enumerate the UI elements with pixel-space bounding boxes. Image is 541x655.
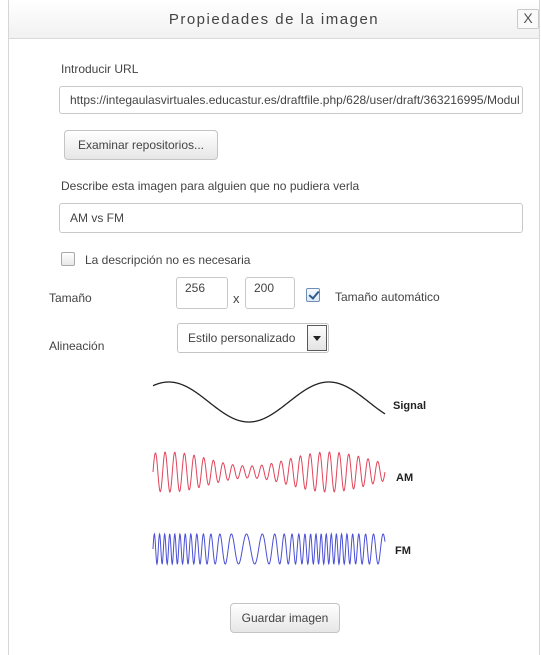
fm-label: FM <box>395 545 411 557</box>
description-input[interactable]: AM vs FM <box>59 203 523 233</box>
image-properties-dialog: Propiedades de la imagen X Introducir UR… <box>8 0 540 655</box>
no-description-checkbox[interactable] <box>61 252 75 266</box>
signal-label: Signal <box>393 400 426 412</box>
dialog-title: Propiedades de la imagen <box>168 11 380 28</box>
no-description-label: La descripción no es necesaria <box>85 253 251 267</box>
image-preview: Signal AM FM <box>152 381 426 566</box>
url-input[interactable]: https://integaulasvirtuales.educastur.es… <box>59 86 523 114</box>
description-label: Describe esta imagen para alguien que no… <box>61 179 360 193</box>
dialog-titlebar: Propiedades de la imagen X <box>9 0 539 39</box>
fm-wave <box>152 532 386 566</box>
auto-size-checkbox[interactable] <box>306 288 320 302</box>
am-wave <box>152 451 386 493</box>
am-label: AM <box>396 472 413 484</box>
alignment-selected-value: Estilo personalizado <box>188 331 296 345</box>
close-button[interactable]: X <box>517 9 539 29</box>
url-label: Introducir URL <box>61 62 139 76</box>
chevron-down-icon[interactable] <box>307 325 327 351</box>
browse-repositories-button[interactable]: Examinar repositorios... <box>64 130 218 160</box>
height-input[interactable]: 200 <box>245 277 295 309</box>
size-label: Tamaño <box>49 291 92 305</box>
alignment-select[interactable]: Estilo personalizado <box>177 323 329 353</box>
auto-size-label: Tamaño automático <box>335 290 440 304</box>
alignment-label: Alineación <box>49 339 105 353</box>
save-image-button[interactable]: Guardar imagen <box>230 603 340 633</box>
signal-wave <box>152 381 386 423</box>
size-separator: x <box>233 291 240 306</box>
width-input[interactable]: 256 <box>176 277 228 309</box>
